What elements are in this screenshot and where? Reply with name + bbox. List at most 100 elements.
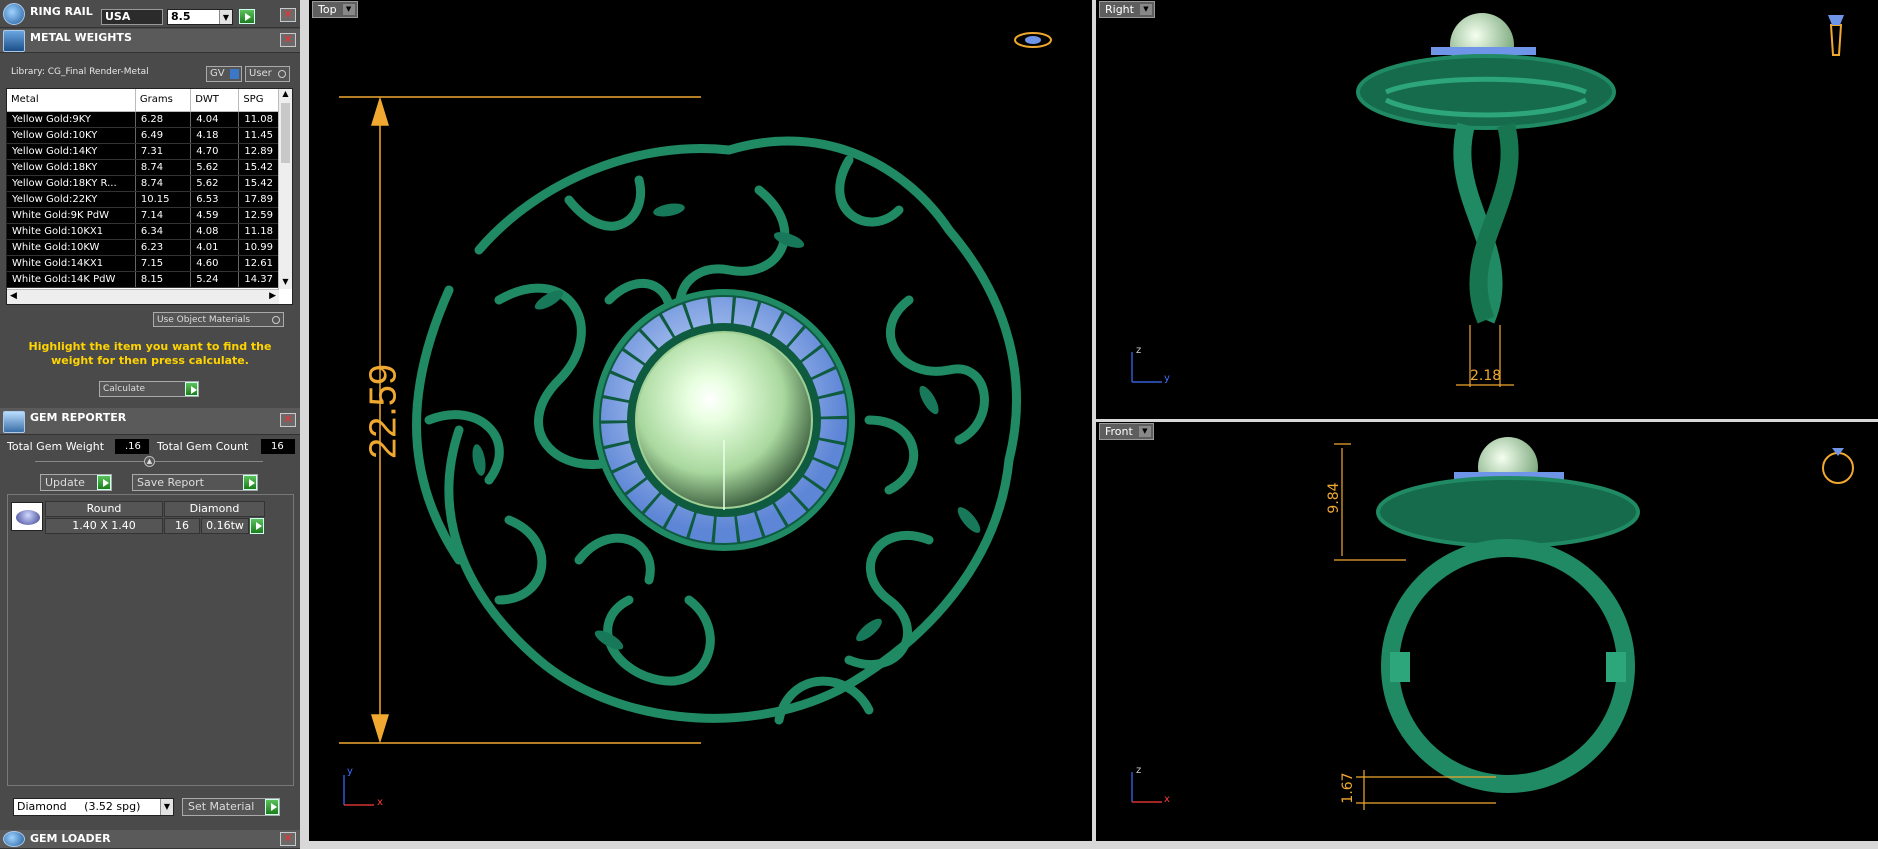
chevron-down-icon[interactable]: ▼: [1139, 4, 1152, 15]
set-material-button[interactable]: Set Material: [182, 798, 280, 816]
table-row[interactable]: Yellow Gold:10KY 6.49 4.18 11.45: [7, 127, 279, 144]
table-row[interactable]: White Gold:14KX1 7.15 4.60 12.61: [7, 255, 279, 272]
table-row[interactable]: Yellow Gold:22KY 10.15 6.53 17.89: [7, 191, 279, 208]
table-cell: 6.23: [135, 239, 192, 256]
halo-setting: [593, 289, 855, 551]
axis-indicator-top: [343, 775, 374, 806]
horizontal-scrollbar[interactable]: ◀ ▶: [7, 289, 279, 304]
table-cell: 5.24: [190, 271, 240, 288]
total-gem-count-value: 16: [261, 439, 295, 454]
scroll-left-icon[interactable]: ◀: [10, 291, 17, 301]
column-header-spg[interactable]: SPG: [238, 89, 279, 112]
table-row[interactable]: Yellow Gold:9KY 6.28 4.04 11.08: [7, 111, 279, 128]
front-view-render: [1131, 437, 1854, 810]
table-cell: 6.53: [190, 191, 240, 208]
chevron-down-icon[interactable]: ▼: [1138, 426, 1151, 437]
material-select[interactable]: Diamond (3.52 spg) ▼: [13, 798, 174, 816]
user-toggle[interactable]: User: [245, 66, 290, 82]
metal-table: Metal Grams DWT SPG Yellow Gold:9KY 6.28 4…: [7, 89, 279, 288]
table-cell: 7.14: [135, 207, 192, 224]
dimension-label-22-59: 22.59: [362, 363, 405, 460]
radio-icon: [272, 316, 280, 324]
viewport-right-tab[interactable]: Right ▼: [1099, 1, 1155, 18]
ring-front-view-icon: [1822, 448, 1854, 484]
table-cell: 15.42: [238, 175, 279, 192]
close-icon[interactable]: ✕: [280, 832, 296, 846]
table-cell: 10.15: [135, 191, 192, 208]
table-cell: 4.70: [190, 143, 240, 160]
use-object-materials-toggle[interactable]: Use Object Materials: [153, 312, 284, 327]
table-cell: Yellow Gold:18KY: [7, 159, 136, 176]
gem-reporter-titlebar: GEM REPORTER ✕: [0, 408, 300, 435]
table-cell: Yellow Gold:14KY: [7, 143, 136, 160]
close-icon[interactable]: ✕: [280, 8, 296, 22]
vertical-scrollbar[interactable]: ▲ ▼: [278, 89, 292, 289]
material-select-value: Diamond (3.52 spg): [17, 800, 141, 813]
table-row[interactable]: Yellow Gold:18KY R... 8.74 5.62 15.42: [7, 175, 279, 192]
table-row[interactable]: Yellow Gold:18KY 8.74 5.62 15.42: [7, 159, 279, 176]
table-row[interactable]: White Gold:9K PdW 7.14 4.59 12.59: [7, 207, 279, 224]
viewport-top[interactable]: 22.59 y x Top ▼: [309, 0, 1092, 841]
gem-list-item[interactable]: Round Diamond 1.40 X 1.40 16 0.16tw: [45, 501, 265, 535]
table-cell: White Gold:10KX1: [7, 223, 136, 240]
scroll-thumb[interactable]: [281, 103, 290, 163]
play-icon: [243, 475, 257, 490]
table-cell: 4.18: [190, 127, 240, 144]
table-cell: White Gold:14KX1: [7, 255, 136, 272]
column-header-dwt[interactable]: DWT: [190, 89, 240, 112]
axis-label-z: z: [1136, 345, 1142, 356]
gem-detail-button[interactable]: [250, 518, 264, 534]
gem-shape: Round: [45, 501, 163, 517]
play-icon: [265, 799, 279, 815]
ring-rail-icon: [3, 3, 25, 25]
axis-label-z: z: [1136, 765, 1142, 776]
table-row[interactable]: White Gold:10KW 6.23 4.01 10.99: [7, 239, 279, 256]
table-cell: 5.62: [190, 159, 240, 176]
dimension-label-9-84: 9.84: [1326, 482, 1342, 514]
chevron-down-icon[interactable]: ▼: [342, 4, 355, 15]
scroll-up-icon[interactable]: ▲: [279, 89, 292, 101]
table-cell: 12.61: [238, 255, 279, 272]
table-cell: 4.08: [190, 223, 240, 240]
country-select[interactable]: USA: [101, 9, 163, 25]
save-report-button[interactable]: Save Report: [132, 474, 258, 491]
splitter-arrow-icon[interactable]: ▲: [144, 456, 155, 467]
metal-table-body: Yellow Gold:9KY 6.28 4.04 11.08 Yellow Gold:…: [7, 111, 279, 288]
table-cell: 6.28: [135, 111, 192, 128]
close-icon[interactable]: ✕: [280, 413, 296, 427]
ring-rail-title: RING RAIL: [30, 5, 93, 18]
scroll-right-icon[interactable]: ▶: [269, 291, 276, 301]
table-cell: 11.18: [238, 223, 279, 240]
gv-toggle[interactable]: GV: [206, 66, 242, 82]
update-button[interactable]: Update: [40, 474, 112, 491]
table-cell: 8.74: [135, 159, 192, 176]
table-row[interactable]: White Gold:10KX1 6.34 4.08 11.18: [7, 223, 279, 240]
gem-loader-titlebar: GEM LOADER ✕: [0, 830, 300, 849]
ring-size-select[interactable]: 8.5 ▼: [167, 9, 233, 25]
country-value: USA: [105, 10, 131, 23]
viewport-front-tab[interactable]: Front ▼: [1099, 423, 1154, 440]
calculate-button[interactable]: Calculate: [99, 381, 199, 397]
viewport-right[interactable]: 2.18 z y Right ▼: [1096, 0, 1878, 419]
column-header-grams[interactable]: Grams: [135, 89, 192, 112]
pencil-view-icon: [1828, 15, 1844, 56]
play-icon: [97, 475, 111, 490]
dimension-label-2-18: 2.18: [1470, 368, 1502, 384]
axis-label-y: y: [1164, 373, 1170, 384]
table-row[interactable]: Yellow Gold:14KY 7.31 4.70 12.89: [7, 143, 279, 160]
column-header-metal[interactable]: Metal: [7, 89, 136, 112]
metal-weights-table[interactable]: Metal Grams DWT SPG Yellow Gold:9KY 6.28 4…: [6, 88, 293, 305]
scroll-down-icon[interactable]: ▼: [279, 277, 292, 289]
viewport-front[interactable]: 9.84 1.67 z x Front ▼: [1096, 422, 1878, 841]
close-icon[interactable]: ✕: [280, 33, 296, 47]
viewport-front-label: Front: [1105, 425, 1133, 438]
viewport-top-tab[interactable]: Top ▼: [312, 1, 358, 18]
chevron-down-icon: ▼: [219, 10, 232, 24]
table-row[interactable]: White Gold:14K PdW 8.15 5.24 14.37: [7, 271, 279, 288]
ring-size-go-button[interactable]: [239, 9, 255, 24]
chevron-down-icon: ▼: [160, 799, 173, 815]
gem-reporter-icon: [3, 411, 25, 433]
gem-list[interactable]: [7, 494, 294, 786]
use-object-materials-label: Use Object Materials: [157, 315, 251, 325]
table-cell: 8.74: [135, 175, 192, 192]
